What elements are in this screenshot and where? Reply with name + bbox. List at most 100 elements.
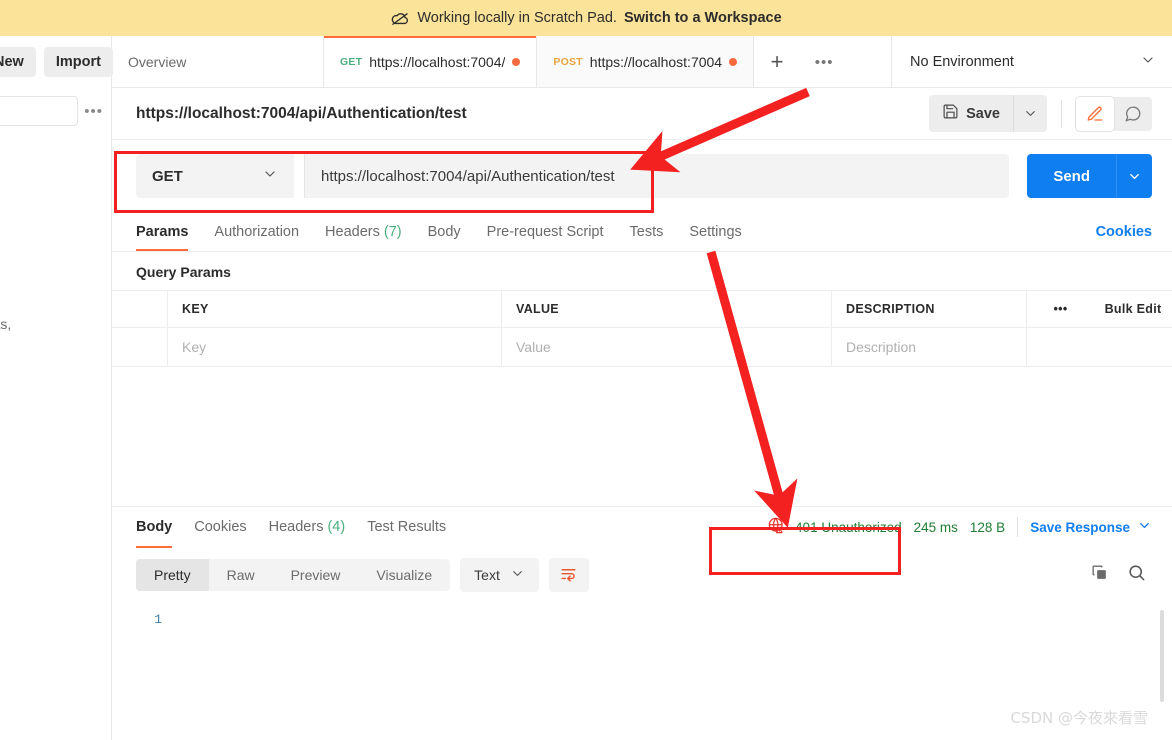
table-more-button[interactable]: ••• — [1026, 291, 1080, 327]
switch-workspace-link[interactable]: Switch to a Workspace — [624, 10, 782, 26]
sidebar-more-button[interactable]: ••• — [84, 103, 103, 120]
bulk-edit-button[interactable]: Bulk Edit — [1080, 291, 1172, 327]
comment-icon[interactable] — [1114, 97, 1152, 131]
table-row: Key Value Description — [112, 328, 1172, 367]
tab-params[interactable]: Params — [136, 212, 189, 251]
table-header-value: VALUE — [502, 291, 832, 327]
send-options-button[interactable] — [1116, 154, 1152, 198]
row-more-button[interactable] — [1026, 328, 1080, 366]
search-icon[interactable] — [1127, 563, 1146, 587]
word-wrap-icon[interactable] — [548, 557, 589, 592]
tab-label: Body — [427, 223, 461, 240]
response-tab-cookies[interactable]: Cookies — [194, 507, 246, 548]
response-scrollbar[interactable] — [1160, 609, 1164, 702]
response-view-controls: Pretty Raw Preview Visualize Text — [136, 557, 589, 592]
response-tab-body[interactable]: Body — [136, 507, 173, 548]
tab-count: (4) — [327, 519, 346, 535]
sidebar: ••• ctions d requests, and run. — [0, 88, 112, 740]
response-toolbar: Pretty Raw Preview Visualize Text — [112, 548, 1172, 602]
tab-pre-request-script[interactable]: Pre-request Script — [487, 212, 604, 251]
tab-count: (7) — [383, 223, 402, 240]
pencil-icon[interactable] — [1076, 96, 1114, 131]
sidebar-header: New Import — [0, 36, 113, 88]
response-time: 245 ms — [913, 519, 958, 535]
annotation-box-url — [114, 151, 654, 213]
row-key-input[interactable]: Key — [168, 328, 502, 366]
response-header: Body Cookies Headers (4) Test Results 40… — [112, 505, 1172, 548]
save-response-button[interactable]: Save Response — [1030, 518, 1152, 536]
postman-window: Working locally in Scratch Pad. Switch t… — [0, 0, 1172, 740]
save-button[interactable]: Save — [929, 95, 1013, 132]
tab-strip-filler — [848, 36, 892, 88]
request-title-row: https://localhost:7004/api/Authenticatio… — [112, 88, 1172, 140]
tab-overview[interactable]: Overview — [112, 36, 324, 88]
chevron-down-icon — [510, 566, 525, 584]
response-view-modes: Pretty Raw Preview Visualize — [136, 558, 451, 591]
view-mode-preview[interactable]: Preview — [273, 559, 359, 591]
response-body-content[interactable] — [172, 602, 1172, 740]
import-button[interactable]: Import — [43, 47, 113, 77]
view-mode-group — [1076, 96, 1152, 131]
send-button-group: Send — [1027, 154, 1152, 198]
sidebar-empty-title: ctions — [0, 286, 111, 306]
tab-request-get[interactable]: GET https://localhost:7004/ — [324, 36, 538, 88]
environment-selector[interactable]: No Environment — [892, 36, 1172, 88]
sidebar-empty-state: ctions d requests, and run. — [0, 286, 111, 364]
tab-label: Params — [136, 223, 189, 240]
save-options-button[interactable] — [1013, 95, 1047, 132]
request-subtabs-list: Params Authorization Headers (7) Body Pr… — [136, 212, 742, 251]
row-spacer — [1080, 328, 1172, 366]
tab-url-label: https://localhost:7004/ — [369, 54, 506, 70]
cloud-off-icon — [390, 8, 410, 28]
row-checkbox[interactable] — [112, 328, 168, 366]
tab-label: Test Results — [367, 519, 447, 535]
tab-label: Pre-request Script — [486, 223, 604, 240]
sidebar-search-input[interactable] — [0, 96, 79, 126]
send-button[interactable]: Send — [1027, 154, 1116, 198]
tab-method-label: GET — [340, 56, 363, 68]
unsaved-dot-icon — [729, 58, 738, 66]
cookies-link[interactable]: Cookies — [1096, 224, 1152, 240]
sidebar-empty-line1: d requests, — [0, 316, 12, 332]
environment-label: No Environment — [910, 54, 1014, 70]
row-value-input[interactable]: Value — [502, 328, 832, 366]
new-button[interactable]: New — [0, 47, 36, 77]
response-tabs: Body Cookies Headers (4) Test Results — [136, 507, 446, 548]
tab-tests[interactable]: Tests — [630, 212, 664, 251]
tab-label: Headers — [268, 519, 324, 535]
toolbar-divider — [1061, 99, 1062, 128]
tab-label: Settings — [689, 223, 742, 240]
response-tool-icons — [1090, 563, 1152, 587]
response-tab-headers[interactable]: Headers (4) — [269, 507, 346, 548]
view-mode-pretty[interactable]: Pretty — [136, 558, 209, 591]
row-description-input[interactable]: Description — [832, 328, 1026, 366]
copy-icon[interactable] — [1090, 563, 1109, 587]
new-tab-button[interactable]: + — [754, 36, 801, 88]
response-body-editor[interactable]: 1 — [112, 602, 1172, 740]
tab-label: Authorization — [214, 223, 300, 240]
view-mode-visualize[interactable]: Visualize — [358, 559, 450, 591]
tab-label: Tests — [629, 223, 664, 240]
meta-divider — [1017, 517, 1019, 537]
params-empty-space — [112, 367, 1172, 506]
sidebar-search-row: ••• — [0, 88, 111, 134]
tabs-more-button[interactable]: ••• — [800, 36, 849, 88]
tab-label: Body — [136, 519, 173, 535]
page-title: https://localhost:7004/api/Authenticatio… — [136, 104, 467, 122]
request-title-actions: Save — [929, 95, 1152, 132]
tab-label: Cookies — [194, 519, 247, 535]
request-tab-strip: Overview GET https://localhost:7004/ POS… — [112, 36, 1172, 88]
view-mode-raw[interactable]: Raw — [209, 559, 273, 591]
tab-label: Headers — [325, 223, 380, 240]
response-format-selector[interactable]: Text — [460, 557, 539, 592]
tab-overview-label: Overview — [128, 54, 187, 70]
tab-settings[interactable]: Settings — [689, 212, 741, 251]
tab-body[interactable]: Body — [428, 212, 461, 251]
tab-authorization[interactable]: Authorization — [214, 212, 299, 251]
chevron-down-icon — [1140, 52, 1156, 72]
tab-request-post[interactable]: POST https://localhost:7004 — [537, 36, 755, 88]
response-tab-test-results[interactable]: Test Results — [367, 507, 446, 548]
tab-headers[interactable]: Headers (7) — [325, 212, 402, 251]
save-response-label: Save Response — [1030, 519, 1130, 535]
response-size: 128 B — [969, 519, 1006, 535]
